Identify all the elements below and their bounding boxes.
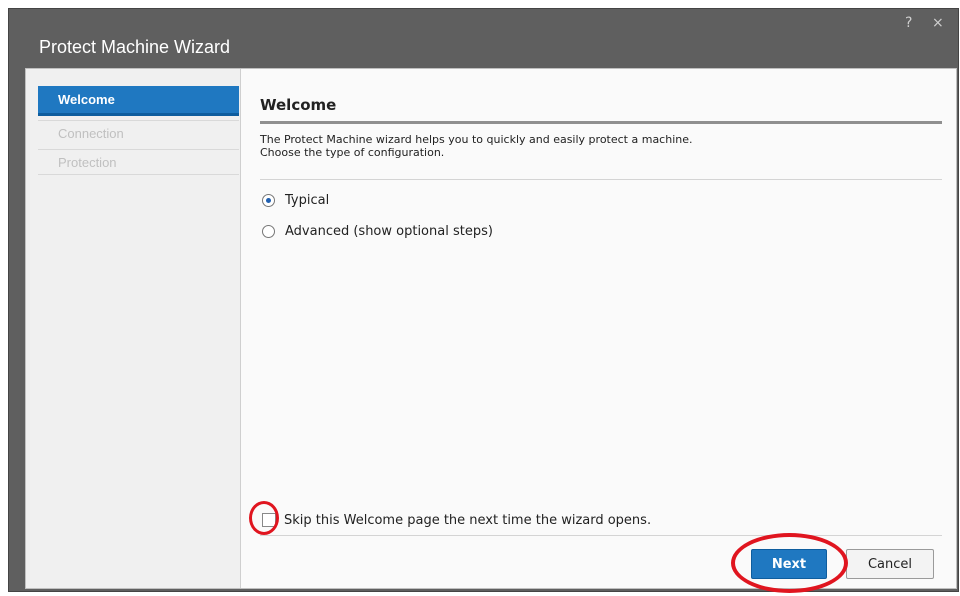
dialog-title: Protect Machine Wizard: [39, 37, 231, 57]
wizard-body: Welcome Connection Protection Welcome Th…: [25, 68, 957, 593]
wizard-steps-sidebar: Welcome Connection Protection: [26, 69, 241, 588]
description-divider: [260, 179, 942, 180]
step-welcome[interactable]: Welcome: [38, 86, 239, 116]
typical-label[interactable]: Typical: [285, 193, 329, 208]
annotation-circle-next: [731, 533, 848, 593]
option-typical[interactable]: Typical: [262, 190, 329, 210]
title-divider: [260, 121, 942, 124]
description: The Protect Machine wizard helps you to …: [260, 133, 693, 159]
title-bar[interactable]: Protect Machine Wizard ? ×: [9, 9, 958, 65]
skip-welcome-label[interactable]: Skip this Welcome page the next time the…: [284, 513, 651, 528]
annotation-circle-checkbox: [249, 501, 279, 535]
description-line-1: The Protect Machine wizard helps you to …: [260, 133, 693, 146]
advanced-radio[interactable]: [262, 224, 275, 238]
skip-welcome-row[interactable]: Skip this Welcome page the next time the…: [262, 511, 651, 529]
step-protection: Protection: [38, 149, 239, 175]
footer-divider: [260, 535, 942, 536]
wizard-content: Welcome The Protect Machine wizard helps…: [241, 69, 956, 593]
cancel-button[interactable]: Cancel: [846, 549, 934, 579]
description-line-2: Choose the type of configuration.: [260, 146, 445, 159]
help-icon[interactable]: ?: [905, 15, 912, 31]
option-advanced[interactable]: Advanced (show optional steps): [262, 221, 493, 241]
close-icon[interactable]: ×: [932, 15, 944, 31]
typical-radio[interactable]: [262, 193, 275, 207]
step-connection: Connection: [38, 120, 239, 146]
wizard-dialog: Protect Machine Wizard ? × Welcome Conne…: [8, 8, 959, 593]
page-title: Welcome: [260, 96, 337, 114]
advanced-label[interactable]: Advanced (show optional steps): [285, 224, 493, 239]
